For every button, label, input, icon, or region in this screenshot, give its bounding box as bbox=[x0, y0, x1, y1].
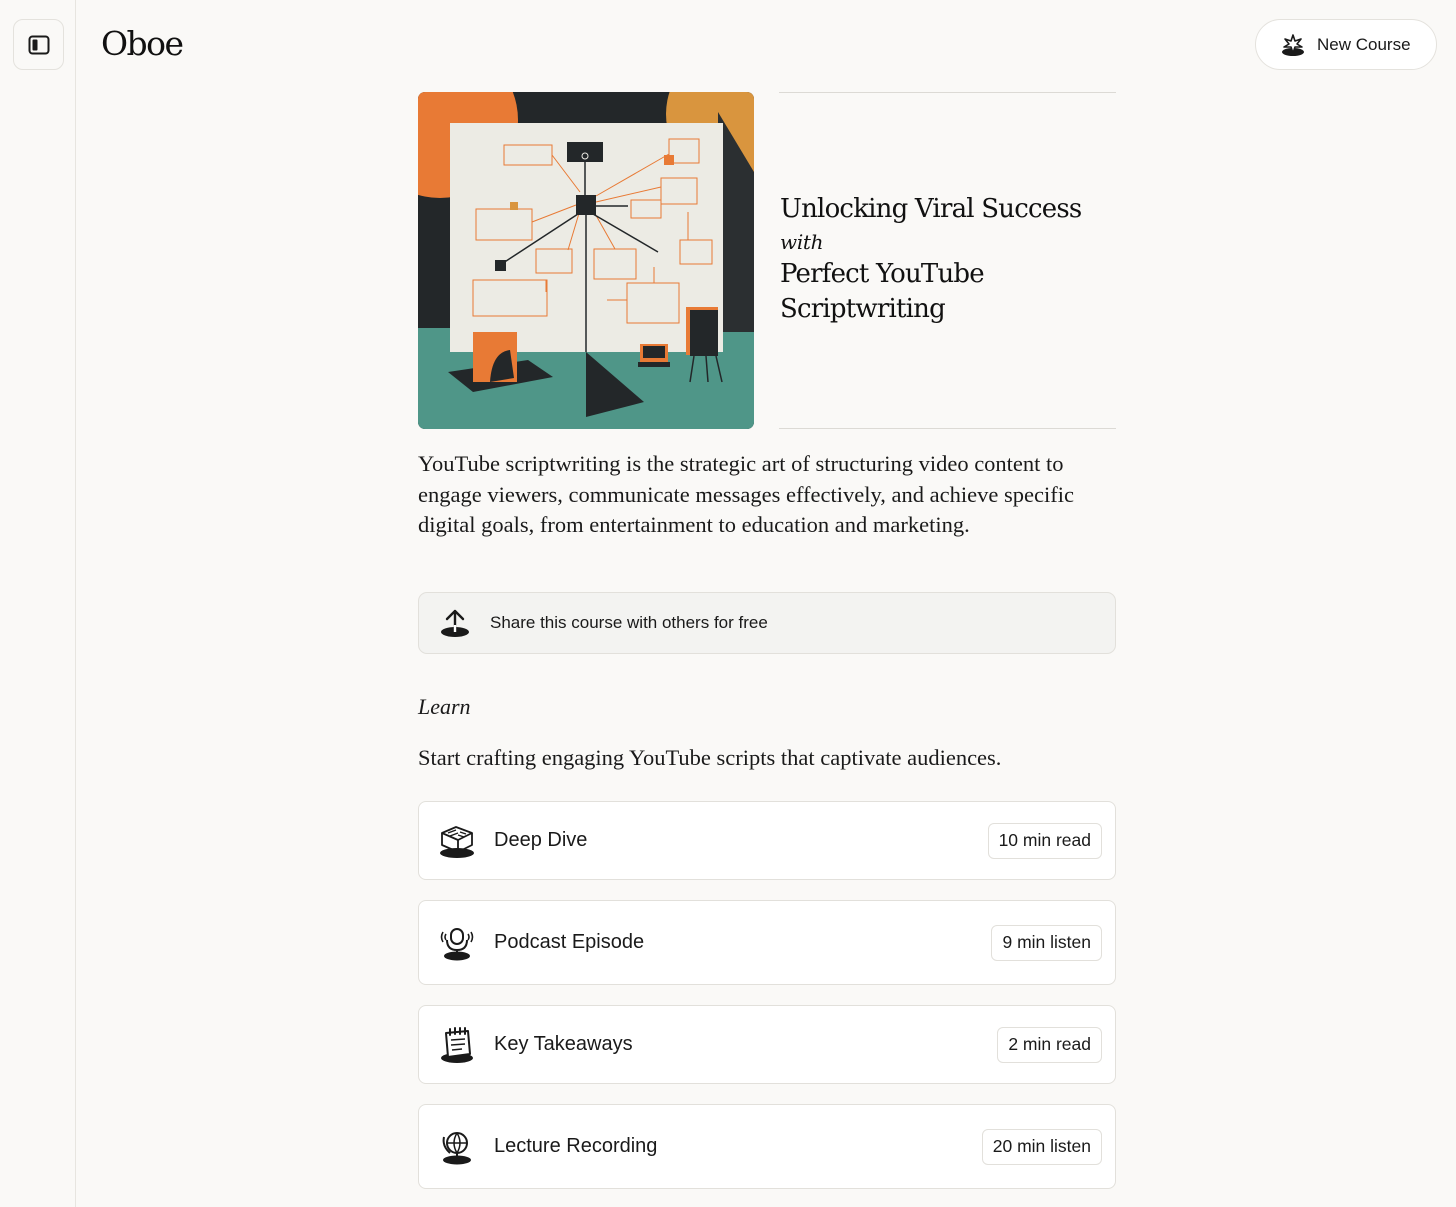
list-item-label: Deep Dive bbox=[494, 829, 588, 851]
list-item-key-takeaways[interactable]: Key Takeaways 2 min read bbox=[418, 1005, 1116, 1084]
list-item-label: Lecture Recording bbox=[494, 1135, 658, 1157]
title-bottom-rule bbox=[779, 428, 1116, 429]
sidebar-rail bbox=[0, 0, 76, 1207]
course-title-line2: Perfect YouTube Scriptwriting bbox=[780, 259, 985, 324]
new-course-button[interactable]: New Course bbox=[1255, 19, 1437, 70]
share-course-button[interactable]: Share this course with others for free bbox=[418, 592, 1116, 654]
sparkle-icon bbox=[1282, 33, 1304, 56]
course-title-with: with bbox=[780, 230, 824, 254]
course-cover-image bbox=[418, 92, 754, 429]
globe-icon bbox=[437, 1127, 477, 1167]
list-item-label: Key Takeaways bbox=[494, 1033, 633, 1055]
duration-badge: 10 min read bbox=[987, 822, 1102, 859]
share-label: Share this course with others for free bbox=[490, 613, 768, 632]
list-item-podcast-episode[interactable]: Podcast Episode 9 min listen bbox=[418, 900, 1116, 985]
app-logo[interactable]: Oboe bbox=[101, 24, 184, 63]
list-item-deep-dive[interactable]: Deep Dive 10 min read bbox=[418, 801, 1116, 880]
duration-badge: 9 min listen bbox=[991, 924, 1102, 961]
list-item-lecture-recording[interactable]: Lecture Recording 20 min listen bbox=[418, 1104, 1116, 1189]
course-title-line1: Unlocking Viral Success bbox=[780, 194, 1082, 224]
title-top-rule bbox=[779, 92, 1116, 93]
share-upload-icon bbox=[441, 609, 469, 637]
sidebar-toggle-button[interactable] bbox=[13, 19, 64, 70]
new-course-label: New Course bbox=[1317, 34, 1411, 54]
course-title: Unlocking Viral Success with Perfect You… bbox=[780, 192, 1116, 327]
notepad-icon bbox=[437, 1025, 477, 1065]
duration-badge: 2 min read bbox=[997, 1026, 1102, 1063]
sidebar-icon bbox=[28, 35, 49, 54]
learn-heading: Learn bbox=[418, 694, 471, 719]
book-icon bbox=[437, 821, 477, 861]
learn-subtitle: Start crafting engaging YouTube scripts … bbox=[418, 745, 1002, 770]
course-description: YouTube scriptwriting is the strategic a… bbox=[418, 451, 1074, 537]
microphone-icon bbox=[437, 923, 477, 963]
duration-badge: 20 min listen bbox=[981, 1128, 1102, 1165]
list-item-label: Podcast Episode bbox=[494, 931, 645, 953]
